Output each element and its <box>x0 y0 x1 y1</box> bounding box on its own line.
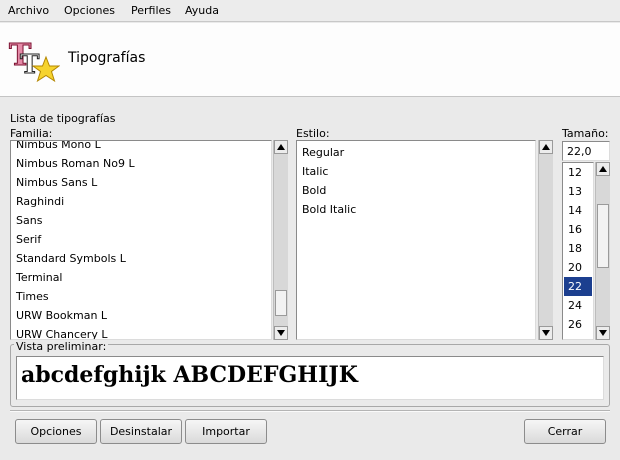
menu-perfiles[interactable]: Perfiles <box>131 4 171 17</box>
options-button[interactable]: Opciones <box>15 419 97 444</box>
arrow-up-icon <box>599 166 607 172</box>
preview-label: Vista preliminar: <box>14 340 109 353</box>
menu-ayuda[interactable]: Ayuda <box>185 4 219 17</box>
page-header: T T Tipografías <box>0 23 620 97</box>
style-scrollbar[interactable] <box>538 140 553 340</box>
uninstall-button[interactable]: Desinstalar <box>100 419 182 444</box>
family-item[interactable]: URW Bookman L <box>16 306 107 325</box>
style-scroll-up-button[interactable] <box>539 140 553 154</box>
svg-text:T: T <box>20 50 40 80</box>
style-scroll-track[interactable] <box>539 154 553 326</box>
size-scrollbar[interactable] <box>595 162 610 340</box>
family-scroll-up-button[interactable] <box>274 140 288 154</box>
family-scrollbar[interactable] <box>273 140 288 340</box>
style-item[interactable]: Regular <box>302 143 344 162</box>
family-item[interactable]: Terminal <box>16 268 63 287</box>
preview-box: abcdefghijk ABCDEFGHIJK <box>16 356 604 400</box>
family-item[interactable]: Raghindi <box>16 192 64 211</box>
menu-bar: Archivo Opciones Perfiles Ayuda <box>0 0 620 22</box>
import-button[interactable]: Importar <box>185 419 267 444</box>
size-scroll-down-button[interactable] <box>596 326 610 340</box>
family-item[interactable]: Nimbus Sans L <box>16 173 97 192</box>
menu-ayuda-label: Ayuda <box>185 4 219 17</box>
style-list[interactable]: Regular Italic Bold Bold Italic <box>296 140 536 340</box>
family-item[interactable]: Standard Symbols L <box>16 249 126 268</box>
style-item[interactable]: Italic <box>302 162 328 181</box>
size-scroll-thumb[interactable] <box>597 204 609 268</box>
style-item[interactable]: Bold Italic <box>302 200 356 219</box>
family-scroll-thumb[interactable] <box>275 290 287 316</box>
family-item[interactable]: Serif <box>16 230 41 249</box>
size-input[interactable] <box>562 141 610 161</box>
family-item[interactable]: URW Chancery L <box>16 325 107 339</box>
size-item[interactable]: 18 <box>564 239 592 258</box>
arrow-up-icon <box>542 144 550 150</box>
size-scroll-up-button[interactable] <box>596 162 610 176</box>
fonts-app-icon: T T <box>9 38 60 83</box>
menu-perfiles-label: Perfiles <box>131 4 172 17</box>
size-label: Tamaño: <box>562 127 609 140</box>
style-scroll-down-button[interactable] <box>539 326 553 340</box>
size-item[interactable]: 16 <box>564 220 592 239</box>
family-scroll-down-button[interactable] <box>274 326 288 340</box>
size-item[interactable]: 13 <box>564 182 592 201</box>
family-label: Familia: <box>10 127 53 140</box>
family-list[interactable]: Nimbus Mono L Nimbus Roman No9 L Nimbus … <box>10 140 272 340</box>
family-item[interactable]: Nimbus Mono L <box>16 141 101 154</box>
arrow-down-icon <box>277 330 285 336</box>
menu-opciones[interactable]: Opciones <box>64 4 115 17</box>
size-item[interactable]: 12 <box>564 163 592 182</box>
size-item-selected[interactable]: 22 <box>564 277 592 296</box>
arrow-up-icon <box>277 144 285 150</box>
button-divider <box>10 410 610 412</box>
style-item[interactable]: Bold <box>302 181 326 200</box>
close-button[interactable]: Cerrar <box>524 419 606 444</box>
menu-archivo[interactable]: Archivo <box>8 4 49 17</box>
family-item[interactable]: Sans <box>16 211 42 230</box>
size-list[interactable]: 12 13 14 16 18 20 22 24 26 <box>562 162 594 340</box>
style-label: Estilo: <box>296 127 330 140</box>
family-item[interactable]: Times <box>16 287 49 306</box>
family-item[interactable]: Nimbus Roman No9 L <box>16 154 135 173</box>
size-item[interactable]: 24 <box>564 296 592 315</box>
arrow-down-icon <box>542 330 550 336</box>
page-title: Tipografías <box>68 50 146 66</box>
size-item[interactable]: 14 <box>564 201 592 220</box>
size-item[interactable]: 26 <box>564 315 592 334</box>
menu-archivo-label: Archivo <box>8 4 50 17</box>
menu-opciones-label: Opciones <box>64 4 115 17</box>
font-list-section-label: Lista de tipografías <box>10 112 116 125</box>
arrow-down-icon <box>599 330 607 336</box>
preview-text: abcdefghijk ABCDEFGHIJK <box>21 362 358 388</box>
size-item[interactable]: 20 <box>564 258 592 277</box>
